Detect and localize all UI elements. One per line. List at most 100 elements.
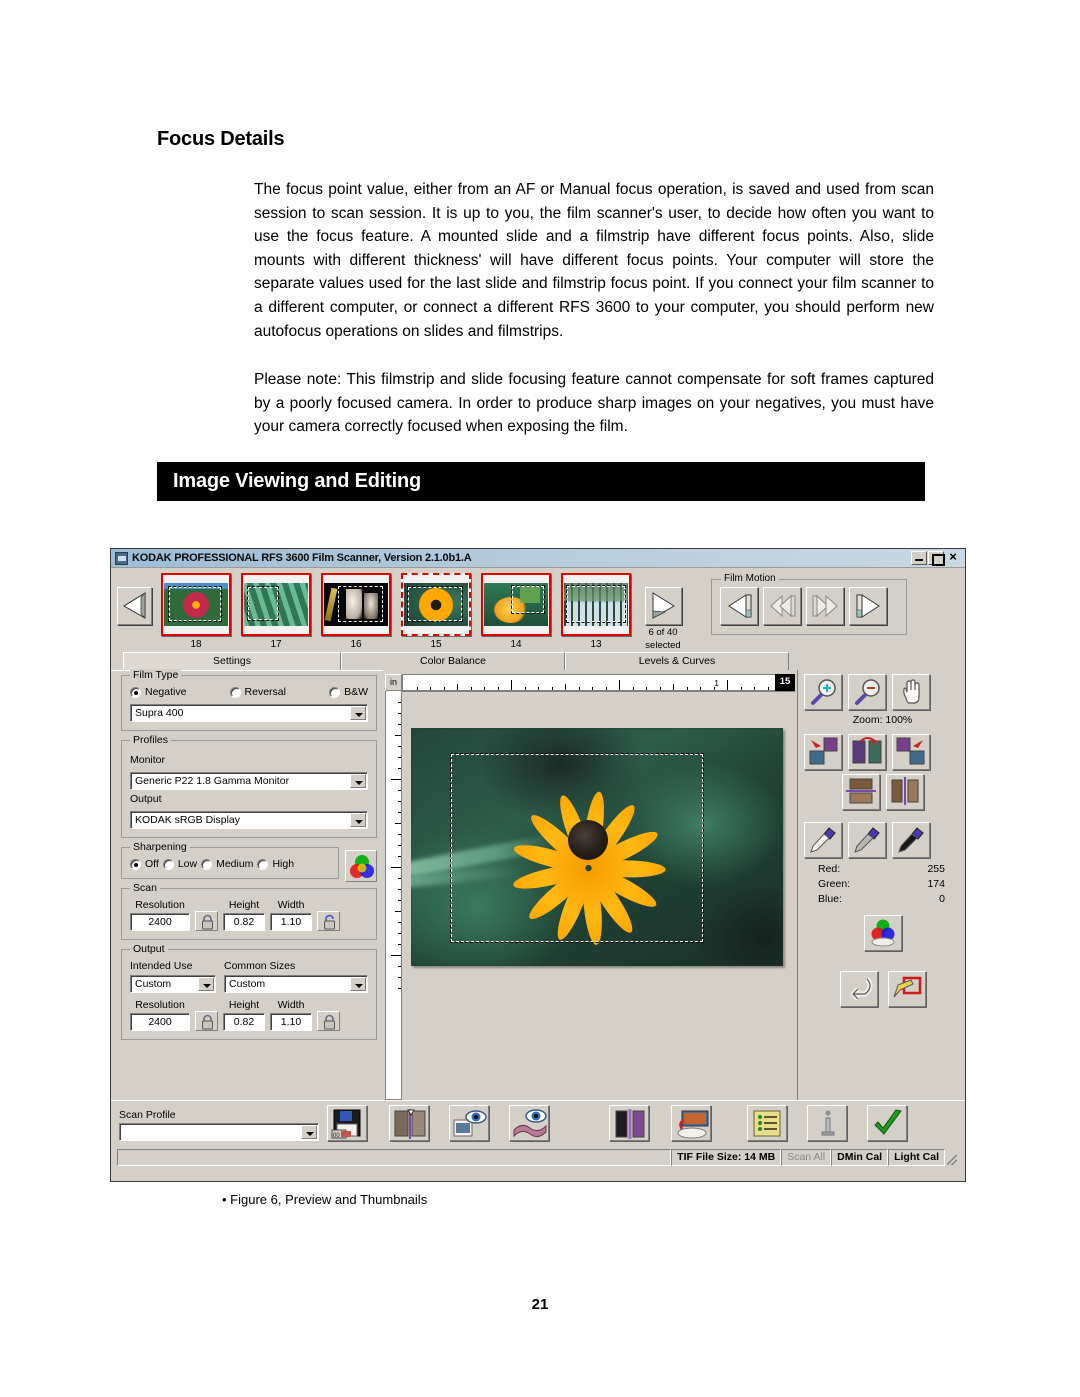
radio-sharpen-medium-dot[interactable] (201, 858, 213, 870)
output-profile-label: Output (130, 793, 162, 805)
radio-sharpen-low[interactable]: Low (162, 858, 197, 870)
output-resolution-lock-button[interactable] (195, 1011, 218, 1031)
chevron-down-icon[interactable] (350, 977, 366, 991)
status-scan-all[interactable]: Scan All (781, 1149, 832, 1166)
scanner-application-window: KODAK PROFESSIONAL RFS 3600 Film Scanner… (110, 548, 966, 1182)
scan-to-disk-button[interactable] (671, 1105, 711, 1141)
scan-dimension-lock-button[interactable] (317, 911, 340, 931)
chevron-down-icon[interactable] (350, 813, 366, 827)
flip-horizontal-button[interactable] (885, 774, 924, 810)
eyedropper-white-button[interactable] (804, 822, 842, 858)
output-height-input[interactable]: 0.82 (223, 1013, 265, 1031)
radio-sharpen-off[interactable]: Off (130, 858, 159, 870)
radio-sharpen-high[interactable]: High (257, 858, 294, 870)
next-frames-button[interactable] (644, 587, 682, 625)
tab-settings[interactable]: Settings (123, 652, 341, 670)
chevron-down-icon[interactable] (350, 774, 366, 788)
minimize-button[interactable] (911, 551, 927, 565)
preview-canvas[interactable] (402, 691, 795, 1100)
scan-height-input[interactable]: 0.82 (223, 913, 265, 931)
radio-reversal-dot[interactable] (229, 686, 241, 698)
ruler-tick (395, 911, 401, 912)
preview-strip-button[interactable] (509, 1105, 549, 1141)
selection-marquee[interactable] (450, 753, 704, 943)
chevron-down-icon[interactable] (198, 977, 214, 991)
flip-vertical-button[interactable] (841, 774, 880, 810)
previous-frames-button[interactable] (117, 587, 152, 625)
film-fast-forward-button[interactable] (806, 587, 844, 625)
radio-reversal[interactable]: Reversal (229, 686, 286, 698)
compare-button[interactable] (389, 1105, 429, 1141)
sharpening-color-button[interactable] (345, 850, 377, 882)
radio-negative[interactable]: Negative (130, 686, 186, 698)
status-file-size: TIF File Size: 14 MB (671, 1149, 782, 1166)
thumbnail-frame-active[interactable] (401, 573, 471, 636)
radio-bw-dot[interactable] (329, 686, 341, 698)
resize-grip-icon[interactable] (945, 1149, 959, 1166)
rotate-180-button[interactable] (848, 734, 886, 770)
radio-sharpen-off-dot[interactable] (130, 858, 141, 870)
thumbnail-14[interactable]: 14 (481, 573, 551, 650)
tool-panel: Zoom: 100% Red: 255 Green: 174 Blue: 0 (797, 670, 965, 1100)
radio-sharpen-low-dot[interactable] (162, 858, 174, 870)
radio-sharpen-medium[interactable]: Medium (201, 858, 253, 870)
eyedropper-tools-row (804, 822, 961, 858)
accept-button[interactable] (867, 1105, 907, 1141)
split-view-button[interactable] (609, 1105, 649, 1141)
radio-sharpen-high-dot[interactable] (257, 858, 269, 870)
rotate-left-button[interactable] (804, 734, 842, 770)
thumbnail-frame[interactable] (481, 573, 551, 636)
thumbnail-13[interactable]: 13 (561, 573, 631, 650)
radio-bw[interactable]: B&W (329, 686, 368, 698)
output-profile-dropdown[interactable]: KODAK sRGB Display (130, 811, 368, 829)
close-button[interactable]: × (945, 550, 961, 565)
film-rewind-button[interactable] (763, 587, 801, 625)
scan-resolution-lock-button[interactable] (195, 911, 218, 931)
tab-levels-curves[interactable]: Levels & Curves (565, 652, 789, 670)
chevron-down-icon[interactable] (350, 706, 366, 720)
intended-use-dropdown[interactable]: Custom (130, 975, 216, 993)
save-profile-button[interactable]: 00 (327, 1105, 367, 1141)
thumbnail-16[interactable]: 16 (321, 573, 391, 650)
edit-button[interactable] (887, 971, 926, 1007)
tab-color-balance[interactable]: Color Balance (341, 652, 565, 670)
status-light-cal[interactable]: Light Cal (888, 1149, 945, 1166)
preview-image[interactable] (411, 728, 783, 966)
scan-resolution-input[interactable]: 2400 (130, 913, 190, 931)
radio-negative-dot[interactable] (130, 686, 141, 698)
thumbnail-17[interactable]: 17 (241, 573, 311, 650)
ruler-unit-label[interactable]: in (385, 674, 402, 691)
scan-profile-dropdown[interactable] (119, 1123, 319, 1141)
output-resolution-input[interactable]: 2400 (130, 1013, 190, 1031)
film-load-button[interactable] (849, 587, 887, 625)
info-button[interactable] (807, 1105, 847, 1141)
chevron-down-icon[interactable] (301, 1125, 317, 1139)
ruler-tick (727, 680, 728, 690)
thumbnail-frame[interactable] (241, 573, 311, 636)
thumbnail-18[interactable]: 18 (161, 573, 231, 650)
thumbnail-frame[interactable] (561, 573, 631, 636)
undo-button[interactable] (839, 971, 878, 1007)
status-dmin-cal[interactable]: DMin Cal (831, 1149, 889, 1166)
pan-button[interactable] (892, 674, 930, 710)
job-list-button[interactable] (747, 1105, 787, 1141)
scan-width-input[interactable]: 1.10 (270, 913, 312, 931)
thumbnail-frame[interactable] (161, 573, 231, 636)
maximize-button[interactable] (928, 551, 945, 566)
thumbnail-frame[interactable] (321, 573, 391, 636)
thumbnail-15[interactable]: 15 (401, 573, 471, 650)
output-dimension-lock-button[interactable] (317, 1011, 340, 1031)
film-eject-button[interactable] (720, 587, 758, 625)
common-sizes-dropdown[interactable]: Custom (224, 975, 368, 993)
output-width-input[interactable]: 1.10 (270, 1013, 312, 1031)
monitor-profile-dropdown[interactable]: Generic P22 1.8 Gamma Monitor (130, 772, 368, 790)
film-stock-dropdown[interactable]: Supra 400 (130, 704, 368, 722)
eyedropper-gray-button[interactable] (848, 822, 886, 858)
zoom-in-icon (811, 679, 836, 705)
preview-frame-button[interactable] (449, 1105, 489, 1141)
eyedropper-black-button[interactable] (892, 822, 930, 858)
zoom-out-button[interactable] (848, 674, 886, 710)
color-balance-button[interactable] (863, 915, 902, 951)
zoom-in-button[interactable] (804, 674, 842, 710)
rotate-right-button[interactable] (892, 734, 930, 770)
